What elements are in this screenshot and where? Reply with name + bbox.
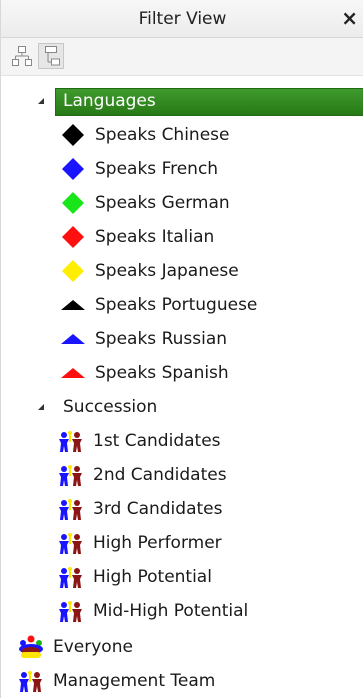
- item-label: Management Team: [53, 671, 216, 691]
- people-icon: [57, 461, 85, 489]
- item-label: 2nd Candidates: [93, 465, 227, 485]
- tree-item-speaks-german[interactable]: Speaks German: [59, 186, 230, 220]
- people-icon: [57, 597, 85, 625]
- tree-item-management-team[interactable]: Management Team: [17, 664, 215, 698]
- item-label: 3rd Candidates: [93, 499, 223, 519]
- tree-item-speaks-russian[interactable]: Speaks Russian: [59, 322, 227, 356]
- tree-item-everyone[interactable]: Everyone: [17, 630, 133, 664]
- tree-item-speaks-portuguese[interactable]: Speaks Portuguese: [59, 288, 257, 322]
- triangle-icon: [59, 291, 87, 319]
- group-icon: [17, 633, 45, 661]
- diamond-icon: [59, 121, 87, 149]
- diamond-icon: [59, 189, 87, 217]
- tree-view-button[interactable]: [38, 43, 64, 69]
- item-label: 1st Candidates: [93, 431, 221, 451]
- collapse-arrow-icon[interactable]: [33, 93, 49, 109]
- panel-title-bar: Filter View ×: [1, 0, 363, 38]
- collapse-arrow-icon[interactable]: [33, 399, 49, 415]
- tree-item-2nd-candidates[interactable]: 2nd Candidates: [57, 458, 227, 492]
- triangle-icon: [59, 325, 87, 353]
- tree-item-mid-high-potential[interactable]: Mid-High Potential: [57, 594, 248, 628]
- tree-item-high-potential[interactable]: High Potential: [57, 560, 212, 594]
- view-toolbar: [1, 38, 363, 76]
- people-icon: [57, 495, 85, 523]
- people-icon: [57, 529, 85, 557]
- item-label: Speaks Japanese: [95, 261, 239, 281]
- diamond-icon: [59, 257, 87, 285]
- item-label: Speaks Italian: [95, 227, 215, 247]
- item-label: Speaks Russian: [95, 329, 228, 349]
- tree-group-succession[interactable]: Succession: [33, 390, 163, 424]
- filter-view-panel: Filter View × Languages Speaks Chinese S…: [0, 0, 363, 698]
- tree-item-speaks-spanish[interactable]: Speaks Spanish: [59, 356, 229, 390]
- item-label: Speaks German: [95, 193, 230, 213]
- item-label: Mid-High Potential: [93, 601, 249, 621]
- item-label: High Performer: [93, 533, 222, 553]
- people-icon: [57, 427, 85, 455]
- tree-item-3rd-candidates[interactable]: 3rd Candidates: [57, 492, 222, 526]
- item-label: High Potential: [93, 567, 212, 587]
- close-icon[interactable]: ×: [341, 6, 358, 30]
- item-label: Speaks Spanish: [95, 363, 229, 383]
- tree-item-speaks-italian[interactable]: Speaks Italian: [59, 220, 214, 254]
- tree-list-icon: [45, 46, 60, 66]
- item-label: Speaks Chinese: [95, 125, 230, 145]
- item-label: Speaks French: [95, 159, 219, 179]
- panel-title: Filter View: [138, 9, 227, 29]
- triangle-icon: [59, 359, 87, 387]
- tree-item-speaks-japanese[interactable]: Speaks Japanese: [59, 254, 239, 288]
- hierarchy-icon: [12, 46, 32, 66]
- tree-item-1st-candidates[interactable]: 1st Candidates: [57, 424, 221, 458]
- group-label: Languages: [63, 91, 156, 111]
- tree-group-languages[interactable]: Languages: [33, 84, 162, 118]
- group-label: Succession: [63, 397, 158, 417]
- tree-item-speaks-french[interactable]: Speaks French: [59, 152, 218, 186]
- tree-item-speaks-chinese[interactable]: Speaks Chinese: [59, 118, 229, 152]
- tree-item-high-performer[interactable]: High Performer: [57, 526, 222, 560]
- people-icon: [17, 667, 45, 695]
- item-label: Everyone: [53, 637, 133, 657]
- hierarchy-view-button[interactable]: [9, 43, 35, 69]
- item-label: Speaks Portuguese: [95, 295, 258, 315]
- diamond-icon: [59, 155, 87, 183]
- diamond-icon: [59, 223, 87, 251]
- people-icon: [57, 563, 85, 591]
